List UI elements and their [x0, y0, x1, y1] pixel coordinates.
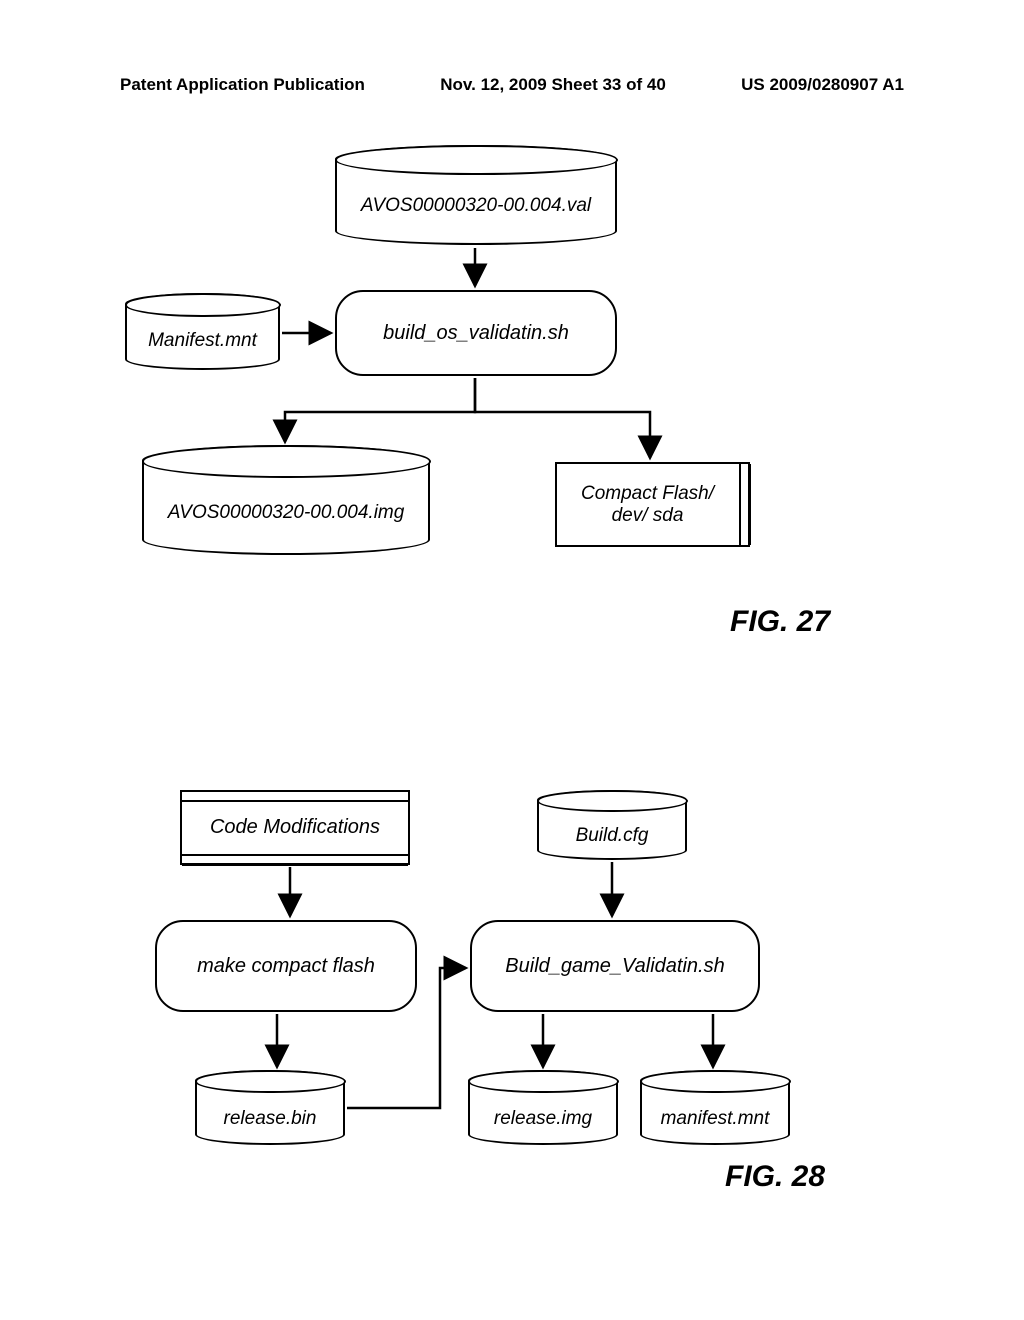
fig28-make-cf-label: make compact flash [197, 955, 375, 978]
fig28-build-cfg-cylinder: Build.cfg [537, 790, 687, 860]
fig27-label: FIG. 27 [730, 605, 830, 639]
fig27-build-os-label: build_os_validatin.sh [383, 322, 569, 345]
fig28-release-bin-cylinder: release.bin [195, 1070, 345, 1145]
fig27-compact-flash-card: Compact Flash/ dev/ sda [555, 462, 750, 547]
fig28-make-cf-process: make compact flash [155, 920, 417, 1012]
fig28-build-game-label: Build_game_Validatin.sh [505, 955, 724, 978]
fig27-input-val-cylinder: AVOS00000320-00.004.val [335, 145, 617, 245]
fig27-output-img-label: AVOS00000320-00.004.img [144, 502, 428, 524]
fig28-release-img-cylinder: release.img [468, 1070, 618, 1145]
fig28-manifest-cylinder: manifest.mnt [640, 1070, 790, 1145]
fig27-manifest-cylinder: Manifest.mnt [125, 293, 280, 370]
fig28-manifest-label: manifest.mnt [642, 1108, 788, 1130]
fig28-label: FIG. 28 [725, 1160, 825, 1194]
fig28-release-bin-label: release.bin [197, 1108, 343, 1130]
fig28-build-game-process: Build_game_Validatin.sh [470, 920, 760, 1012]
fig27-manifest-label: Manifest.mnt [127, 330, 278, 352]
header-right: US 2009/0280907 A1 [741, 75, 904, 95]
fig28-code-mods-label: Code Modifications [210, 816, 380, 839]
fig27-compact-flash-line2: dev/ sda [612, 505, 684, 527]
fig28-code-mods-card: Code Modifications [180, 790, 410, 865]
fig27-compact-flash-line1: Compact Flash/ [581, 483, 714, 505]
fig27-output-img-cylinder: AVOS00000320-00.004.img [142, 445, 430, 555]
fig27-build-os-process: build_os_validatin.sh [335, 290, 617, 376]
fig27-input-val-label: AVOS00000320-00.004.val [337, 195, 615, 217]
header-left: Patent Application Publication [120, 75, 365, 95]
header-mid: Nov. 12, 2009 Sheet 33 of 40 [440, 75, 666, 95]
fig28-build-cfg-label: Build.cfg [539, 825, 685, 847]
fig28-release-img-label: release.img [470, 1108, 616, 1130]
